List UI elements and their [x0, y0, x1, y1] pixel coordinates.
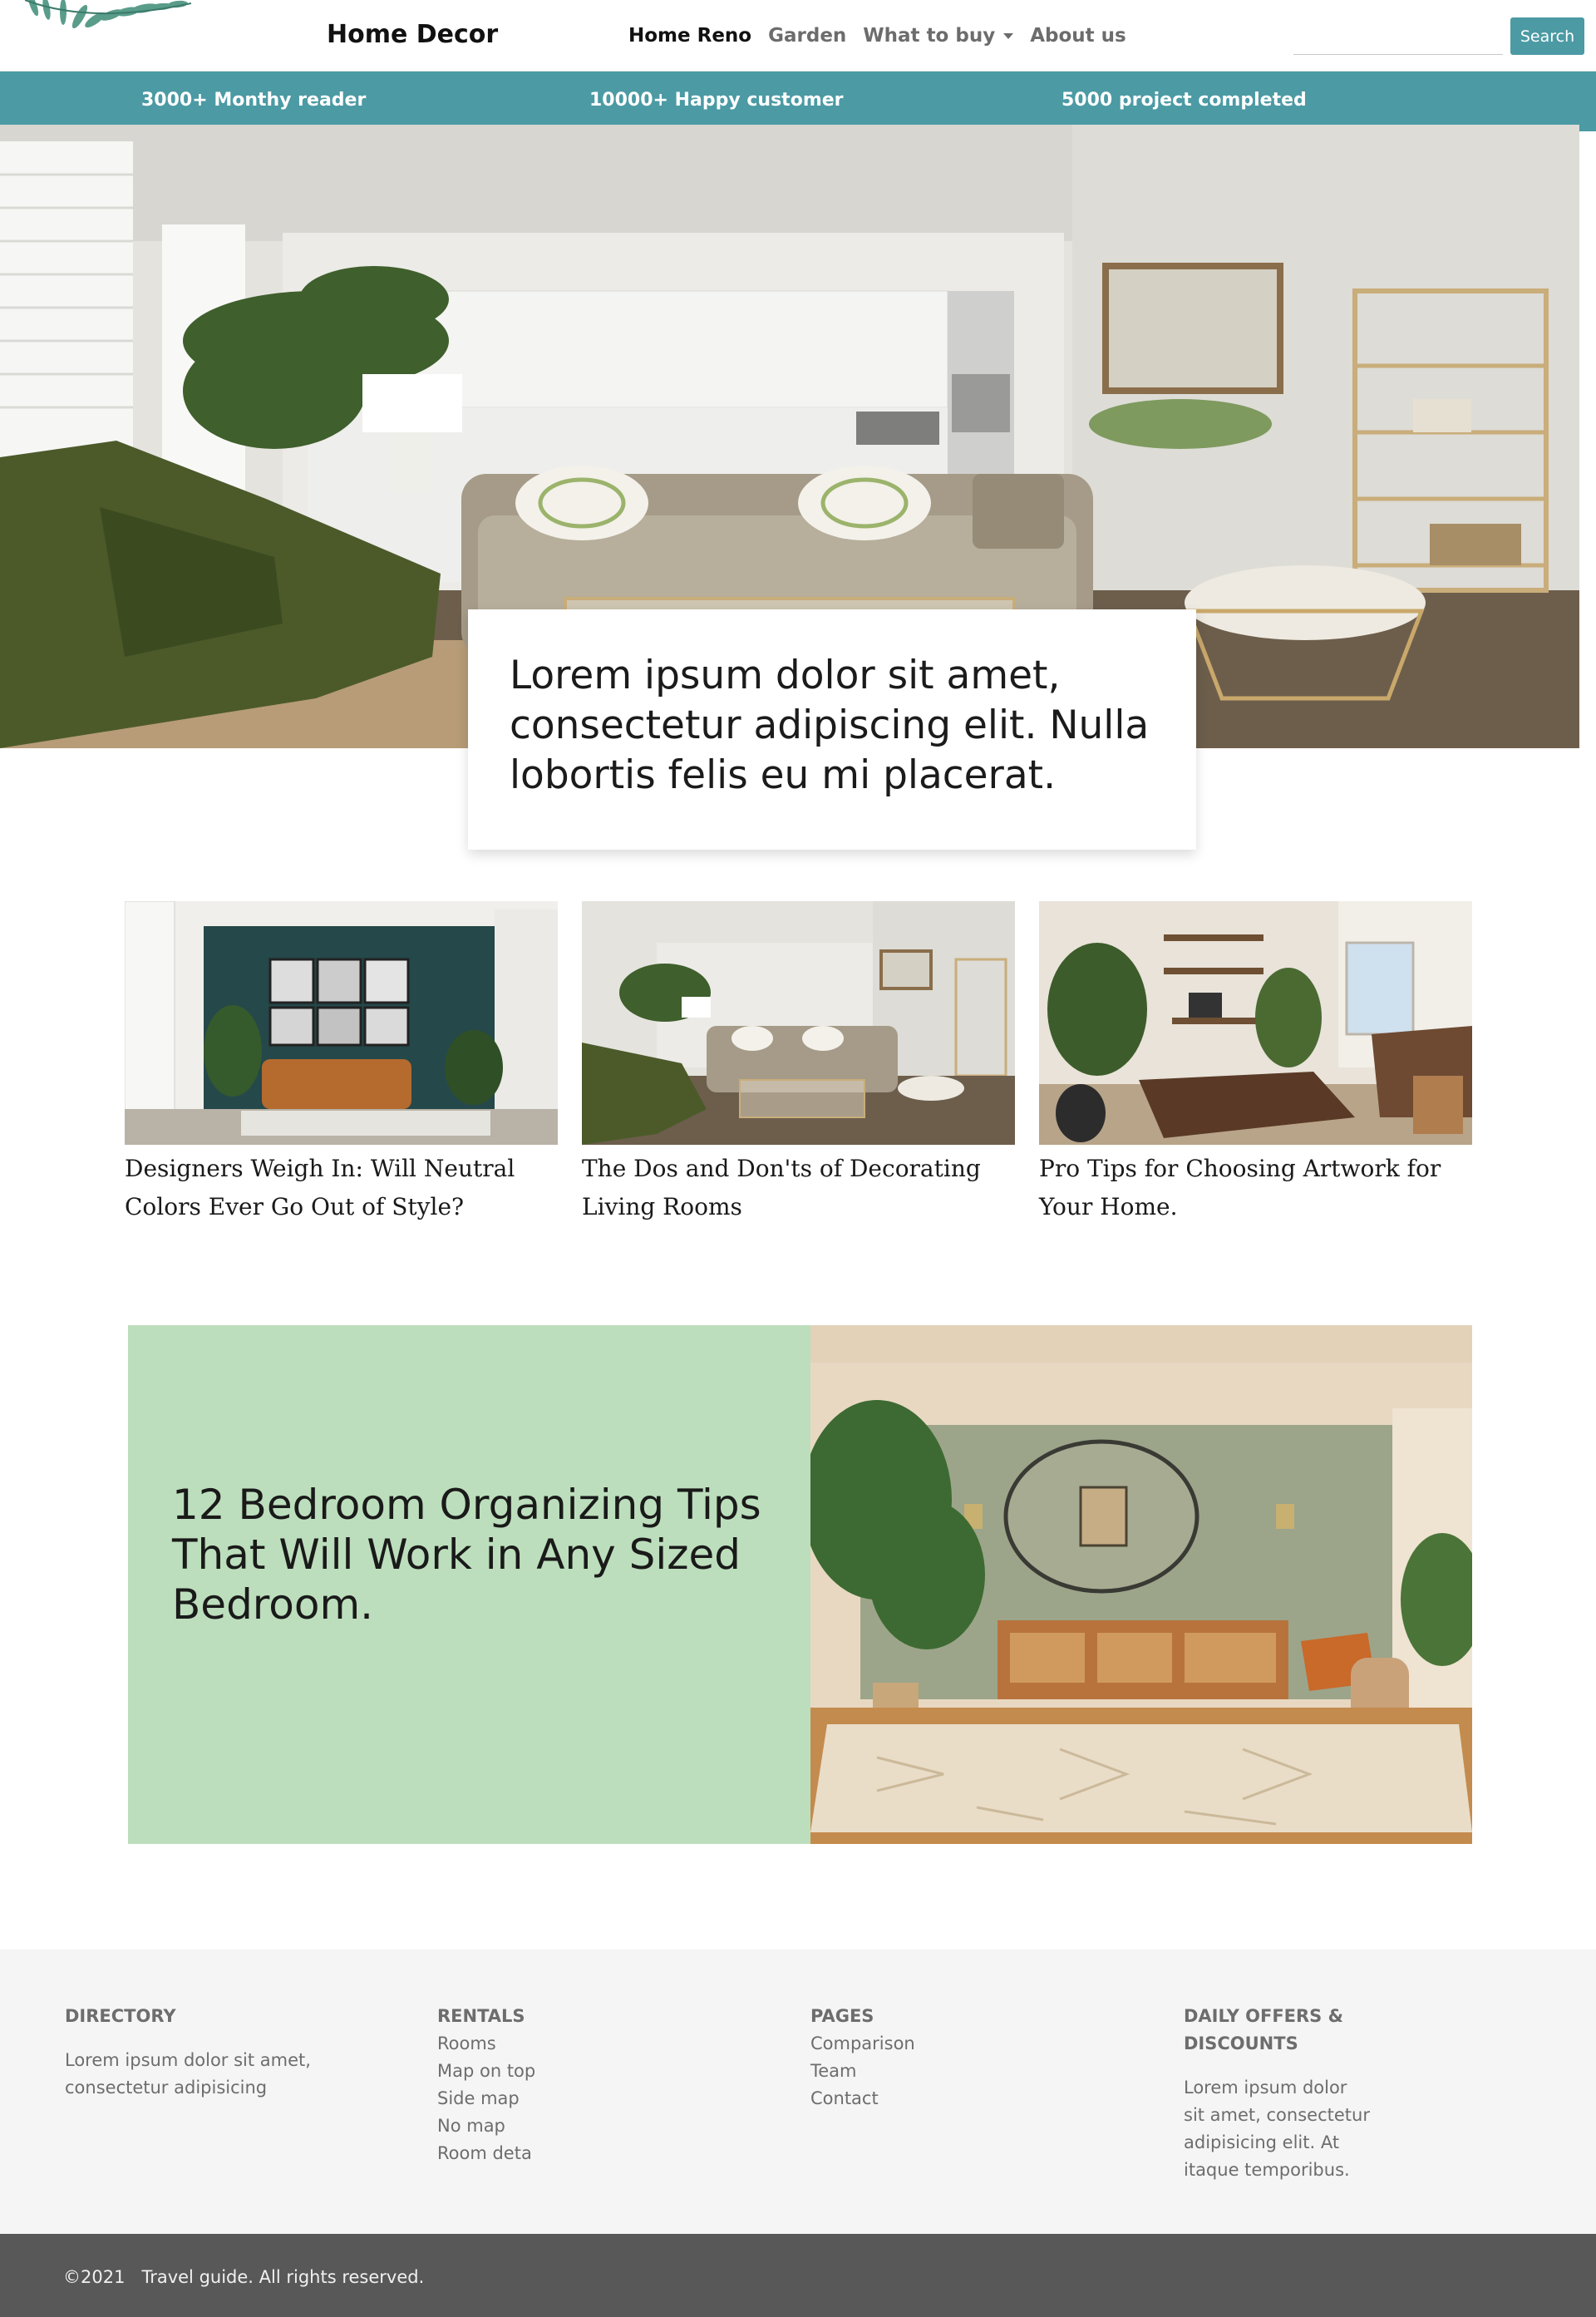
article-title[interactable]: The Dos and Don'ts of Decorating Living … [582, 1150, 1015, 1226]
footer-heading-directory: DIRECTORY [65, 2006, 176, 2026]
feature-text-panel: 12 Bedroom Organizing Tips That Will Wor… [128, 1325, 810, 1844]
footer-link-side-map[interactable]: Side map [437, 2085, 687, 2112]
footer-link-map-on-top[interactable]: Map on top [437, 2058, 687, 2085]
footer-link-contact[interactable]: Contact [810, 2085, 1060, 2112]
footer-offers-text: Lorem ipsum dolor sit amet, consectetur … [1184, 2078, 1370, 2180]
hero-headline: Lorem ipsum dolor sit amet, consectetur … [510, 653, 1150, 798]
teal-wall-living-room-photo [125, 901, 558, 1145]
footer-col-rentals: RENTALS Rooms Map on top Side map No map… [437, 2003, 687, 2167]
stat-happy-customers: 10000+ Happy customer [589, 90, 844, 111]
stat-projects-completed: 5000 project completed [1062, 90, 1307, 111]
stats-bar-edge [1579, 71, 1596, 131]
article-card[interactable]: Pro Tips for Choosing Artwork for Your H… [1039, 901, 1472, 1226]
nav-link-home-reno[interactable]: Home Reno [628, 25, 751, 47]
footer-link-team[interactable]: Team [810, 2058, 1060, 2085]
footer-directory-text: Lorem ipsum dolor sit amet, consectetur … [65, 2050, 311, 2098]
caret-down-icon [1003, 33, 1014, 39]
sage-wall-room-photo [810, 1325, 1472, 1844]
home-office-photo [1039, 901, 1472, 1145]
article-thumbnail[interactable] [1039, 901, 1472, 1145]
footer-heading-pages: PAGES [810, 2006, 874, 2026]
stats-bar: 3000+ Monthy reader 10000+ Happy custome… [0, 71, 1596, 131]
footer-link-room-deta[interactable]: Room deta [437, 2140, 687, 2167]
search-input[interactable] [1293, 27, 1503, 55]
article-thumbnail[interactable] [582, 901, 1015, 1145]
copyright-text: ©2021 Travel guide. All rights reserved. [63, 2267, 425, 2287]
footer-link-no-map[interactable]: No map [437, 2112, 687, 2140]
leaves-logo-icon [25, 0, 191, 29]
hero-headline-card: Lorem ipsum dolor sit amet, consectetur … [468, 609, 1196, 850]
article-cards: Designers Weigh In: Will Neutral Colors … [125, 901, 1472, 1234]
article-card[interactable]: The Dos and Don'ts of Decorating Living … [582, 901, 1015, 1226]
footer-col-directory: DIRECTORY Lorem ipsum dolor sit amet, co… [65, 2003, 414, 2102]
article-thumbnail[interactable] [125, 901, 558, 1145]
footer-link-comparison[interactable]: Comparison [810, 2030, 1060, 2058]
feature-section[interactable]: 12 Bedroom Organizing Tips That Will Wor… [128, 1325, 1472, 1844]
copyright-bar: ©2021 Travel guide. All rights reserved. [0, 2234, 1596, 2317]
footer-heading-rentals: RENTALS [437, 2006, 525, 2026]
nav-link-garden[interactable]: Garden [768, 25, 846, 47]
article-title[interactable]: Pro Tips for Choosing Artwork for Your H… [1039, 1150, 1472, 1226]
footer-col-offers: DAILY OFFERS & DISCOUNTS Lorem ipsum dol… [1184, 2003, 1371, 2184]
main-nav: Home Reno Garden What to buy About us [628, 25, 1126, 47]
search-button[interactable]: Search [1510, 17, 1584, 55]
site-brand[interactable]: Home Decor [327, 20, 498, 49]
feature-image[interactable] [810, 1325, 1472, 1844]
stat-monthly-readers: 3000+ Monthy reader [141, 90, 367, 111]
navbar: Home Decor Home Reno Garden What to buy … [0, 0, 1596, 71]
footer: DIRECTORY Lorem ipsum dolor sit amet, co… [0, 1950, 1596, 2234]
feature-title[interactable]: 12 Bedroom Organizing Tips That Will Wor… [172, 1480, 787, 1629]
footer-link-rooms[interactable]: Rooms [437, 2030, 687, 2058]
nav-link-about-us[interactable]: About us [1030, 25, 1126, 47]
nav-dropdown-what-to-buy[interactable]: What to buy [863, 25, 1014, 47]
article-card[interactable]: Designers Weigh In: Will Neutral Colors … [125, 901, 558, 1226]
nav-dropdown-label: What to buy [863, 25, 996, 47]
living-room-photo [582, 901, 1015, 1145]
footer-col-pages: PAGES Comparison Team Contact [810, 2003, 1060, 2112]
article-title[interactable]: Designers Weigh In: Will Neutral Colors … [125, 1150, 558, 1226]
footer-heading-offers: DAILY OFFERS & DISCOUNTS [1184, 2006, 1343, 2053]
